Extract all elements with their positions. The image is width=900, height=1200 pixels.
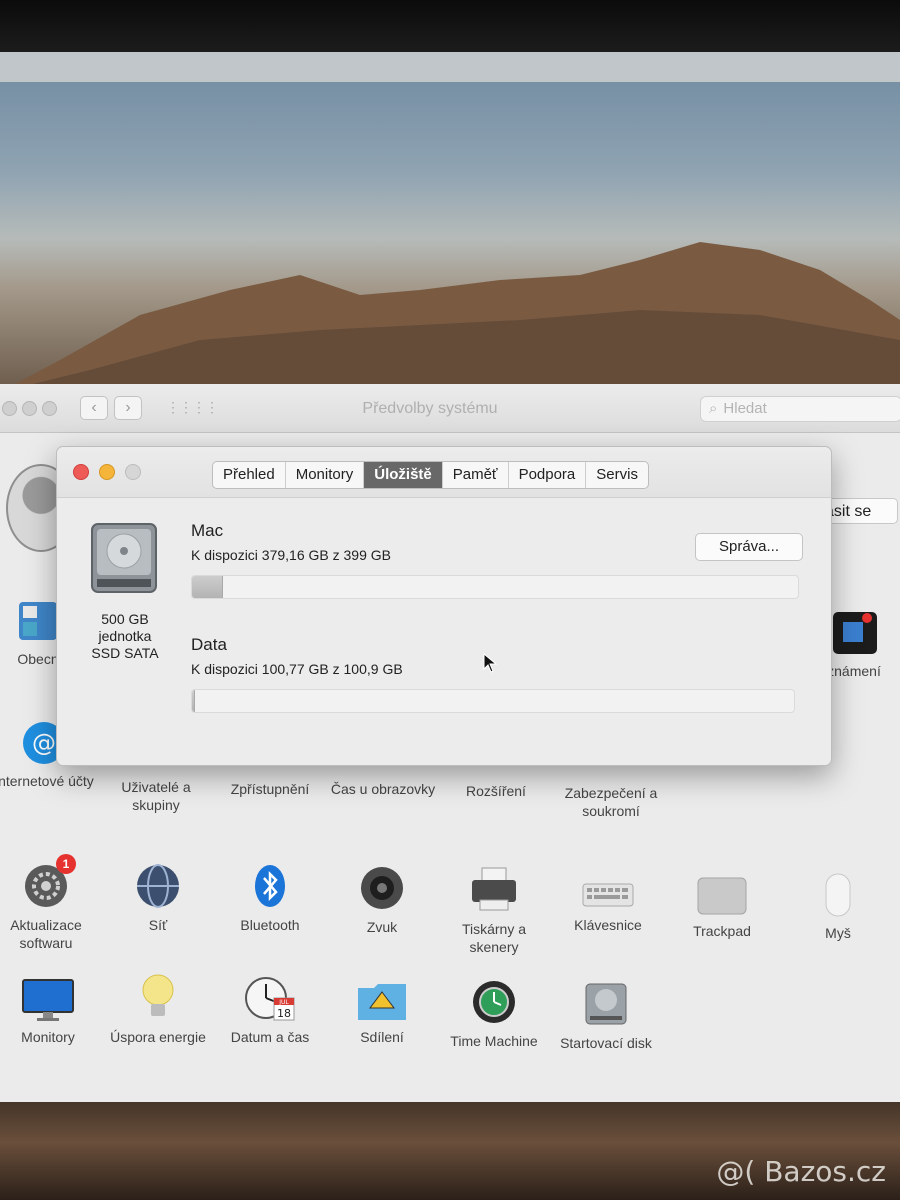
pref-sharing[interactable]: Sdílení	[332, 980, 432, 1046]
pref-network[interactable]: Síť	[108, 862, 208, 934]
pref-energy-saver[interactable]: Úspora energie	[108, 972, 208, 1046]
screen-bezel	[0, 0, 900, 52]
pref-accessibility[interactable]: Zpřístupnění	[220, 780, 320, 798]
tab-service[interactable]: Servis	[586, 462, 648, 488]
pref-mouse[interactable]: Myš	[788, 872, 888, 942]
volume-data-name: Data	[191, 635, 227, 654]
zoom-button	[125, 464, 141, 480]
sharing-icon	[358, 984, 406, 1020]
pref-extensions[interactable]: Rozšíření	[446, 782, 546, 800]
volume-mac-name: Mac	[191, 521, 224, 540]
update-badge: 1	[56, 854, 76, 874]
energy-saver-icon	[142, 974, 174, 1016]
pref-security-privacy[interactable]: Zabezpečení a soukromí	[556, 784, 666, 820]
tab-displays[interactable]: Monitory	[286, 462, 365, 488]
notifications-icon	[833, 612, 877, 654]
prefs-minimize-button[interactable]	[22, 401, 37, 416]
trackpad-icon	[697, 877, 747, 915]
volume-mac-usage-fill	[192, 576, 224, 598]
manage-button[interactable]: Správa...	[695, 533, 803, 561]
volume-data-usage-bar	[191, 689, 795, 713]
about-this-mac-window: Přehled Monitory Úložiště Paměť Podpora …	[56, 446, 832, 766]
prefs-zoom-button[interactable]	[42, 401, 57, 416]
prefs-titlebar: ‹ › ⋮⋮⋮⋮ Předvolby systému ⌕ Hledat	[0, 384, 900, 433]
calendar-day: 18	[277, 1007, 291, 1020]
close-button[interactable]	[73, 464, 89, 480]
pref-trackpad[interactable]: Trackpad	[672, 876, 772, 940]
show-all-grid-icon[interactable]: ⋮⋮⋮⋮	[166, 396, 219, 418]
general-icon	[19, 602, 57, 640]
pref-displays[interactable]: Monitory	[0, 978, 98, 1046]
prefs-window-title: Předvolby systému	[362, 400, 498, 417]
prefs-search-input[interactable]: ⌕ Hledat	[700, 396, 900, 422]
pref-printers-scanners[interactable]: Tiskárny a skenery	[444, 866, 544, 956]
displays-icon	[22, 979, 74, 1021]
date-time-icon: JUL 18	[245, 977, 295, 1021]
forward-button[interactable]: ›	[114, 396, 142, 420]
keyboard-icon	[582, 883, 634, 907]
mouse-cursor-icon	[483, 653, 497, 673]
tab-overview[interactable]: Přehled	[213, 462, 286, 488]
about-titlebar: Přehled Monitory Úložiště Paměť Podpora …	[57, 447, 831, 498]
pref-keyboard[interactable]: Klávesnice	[558, 880, 658, 934]
volume-mac-usage-bar	[191, 575, 799, 599]
hard-drive-icon	[91, 523, 157, 593]
pref-bluetooth[interactable]: Bluetooth	[220, 862, 320, 934]
volume-mac-available: K dispozici 379,16 GB z 399 GB	[191, 547, 391, 563]
pref-sound[interactable]: Zvuk	[332, 864, 432, 936]
printers-scanners-icon	[472, 867, 516, 911]
pref-software-update[interactable]: Aktualizace softwaru 1	[0, 854, 96, 952]
tab-storage[interactable]: Úložiště	[364, 462, 443, 488]
pref-screen-time[interactable]: Čas u obrazovky	[325, 780, 441, 798]
prefs-close-button[interactable]	[2, 401, 17, 416]
minimize-button[interactable]	[99, 464, 115, 480]
menu-bar	[0, 52, 900, 82]
search-icon: ⌕	[709, 400, 718, 417]
pref-users-groups[interactable]: Uživatelé a skupiny	[106, 778, 206, 814]
back-button[interactable]: ‹	[80, 396, 108, 420]
tab-support[interactable]: Podpora	[509, 462, 587, 488]
svg-text:@: @	[32, 729, 56, 757]
sound-icon	[361, 867, 403, 909]
volume-data-available: K dispozici 100,77 GB z 100,9 GB	[191, 661, 403, 677]
pref-startup-disk[interactable]: Startovací disk	[556, 980, 656, 1052]
pref-time-machine[interactable]: Time Machine	[444, 978, 544, 1050]
calendar-month: JUL	[278, 999, 289, 1006]
disk-caption: 500 GB jednotka SSD SATA	[91, 611, 159, 661]
startup-disk-icon	[585, 983, 627, 1025]
time-machine-icon	[473, 981, 515, 1023]
pref-date-time[interactable]: JUL 18 Datum a čas	[220, 974, 320, 1046]
bluetooth-icon	[255, 865, 285, 907]
watermark: @( Bazos.cz	[716, 1155, 886, 1188]
wallpaper-mountain	[0, 242, 900, 392]
network-icon	[137, 864, 179, 908]
volume-data-usage-fill	[192, 690, 195, 712]
tab-memory[interactable]: Paměť	[443, 462, 509, 488]
mouse-icon	[825, 873, 851, 917]
about-tabs: Přehled Monitory Úložiště Paměť Podpora …	[212, 461, 649, 489]
